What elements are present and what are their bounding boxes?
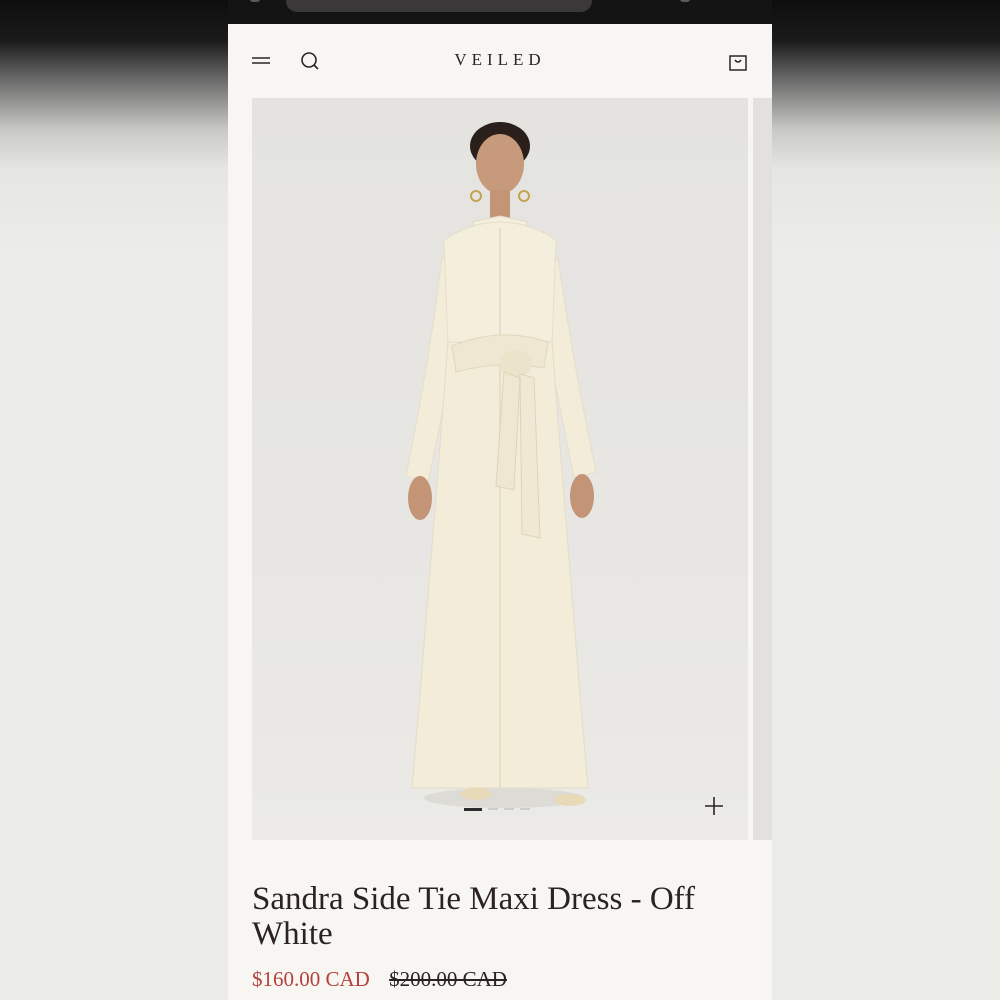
next-slide-peek[interactable]: [753, 98, 772, 840]
slide-dot-active[interactable]: [464, 808, 482, 811]
shopping-bag-icon: [729, 55, 747, 71]
menu-button[interactable]: [250, 51, 274, 71]
slide-dot[interactable]: [488, 808, 498, 810]
slide-dot[interactable]: [520, 808, 530, 810]
status-indicator: [250, 0, 260, 2]
search-icon: [301, 52, 319, 70]
cart-button[interactable]: [726, 50, 750, 74]
backdrop-right: [772, 0, 1000, 1000]
backdrop-left: [0, 0, 228, 1000]
hamburger-menu-icon: [252, 57, 270, 64]
compare-at-price: $200.00 CAD: [389, 967, 507, 991]
product-image-gallery[interactable]: [252, 98, 748, 840]
product-title: Sandra Side Tie Maxi Dress - Off White: [252, 881, 696, 952]
phone-screen: VEILED Sandra Side Tie Maxi Dress - Off …: [228, 0, 772, 1000]
site-header: VEILED: [228, 24, 772, 98]
product-photo: [405, 122, 597, 808]
slide-dot[interactable]: [504, 808, 514, 810]
price-row: $160.00 CAD $200.00 CAD: [252, 967, 752, 992]
status-indicator: [680, 0, 690, 2]
sale-price: $160.00 CAD: [252, 967, 370, 991]
store-logo[interactable]: VEILED: [400, 50, 600, 70]
zoom-button[interactable]: [702, 794, 726, 818]
address-bar[interactable]: [286, 0, 592, 12]
plus-icon: [705, 797, 723, 815]
search-button[interactable]: [298, 49, 322, 73]
browser-top-bar: [228, 0, 772, 24]
